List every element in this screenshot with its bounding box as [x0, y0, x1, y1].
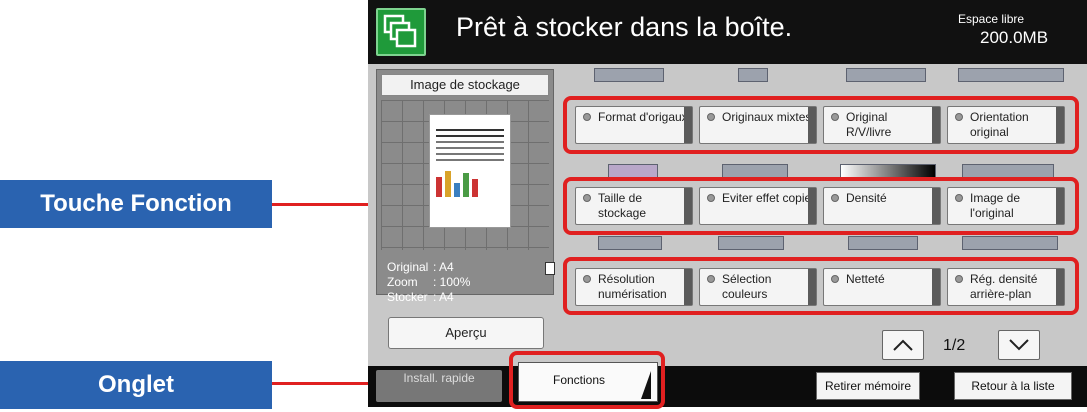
callout-touche-fonction: Touche Fonction [0, 180, 272, 228]
density-gradient [840, 164, 936, 178]
original-label: Original [387, 260, 429, 274]
function-icon [738, 68, 768, 82]
zoom-value: : 100% [433, 275, 471, 289]
stocker-value: : A4 [433, 290, 454, 304]
preview-panel: Image de stockage Original : A4 Zoom : 100… [376, 69, 555, 304]
function-icon [962, 236, 1058, 250]
tab-install-rapide[interactable]: Install. rapide [376, 370, 502, 402]
function-icon [722, 164, 788, 178]
footer-bar: Install. rapide Fonctions Retirer mémoir… [368, 362, 1087, 407]
preview-title: Image de stockage [381, 74, 549, 96]
stocker-label: Stocker [387, 290, 428, 304]
preview-button[interactable]: Aperçu [388, 317, 544, 349]
down-arrow-icon [1009, 339, 1029, 351]
free-space-label: Espace libre [958, 12, 1025, 26]
page-up-button[interactable] [882, 330, 924, 360]
boxes-icon [376, 8, 426, 56]
highlight-row-3 [563, 257, 1079, 315]
page-down-button[interactable] [998, 330, 1040, 360]
function-icon [958, 68, 1064, 82]
header: Prêt à stocker dans la boîte. Espace lib… [368, 0, 1087, 64]
function-icon [594, 68, 664, 82]
original-value: : A4 [433, 260, 454, 274]
preview-info: Original : A4 Zoom : 100% Stocker : A4 [387, 260, 470, 305]
function-icon [598, 236, 662, 250]
function-icon [848, 236, 918, 250]
function-icon [608, 164, 658, 178]
function-icon [962, 164, 1054, 178]
highlight-row-1 [563, 96, 1079, 154]
function-icon [718, 236, 784, 250]
up-arrow-icon [893, 339, 913, 351]
retour-liste-button[interactable]: Retour à la liste [954, 372, 1072, 400]
document-thumbnail [429, 114, 511, 228]
zoom-label: Zoom [387, 275, 418, 289]
page-icon [545, 262, 555, 275]
highlight-row-2 [563, 177, 1079, 235]
page-indicator: 1/2 [943, 337, 966, 354]
function-icon [846, 68, 926, 82]
callout-onglet: Onglet [0, 361, 272, 409]
highlight-tab [509, 351, 665, 409]
free-space-value: 200.0MB [980, 28, 1049, 47]
retirer-memoire-button[interactable]: Retirer mémoire [816, 372, 920, 400]
status-title: Prêt à stocker dans la boîte. [456, 12, 793, 42]
